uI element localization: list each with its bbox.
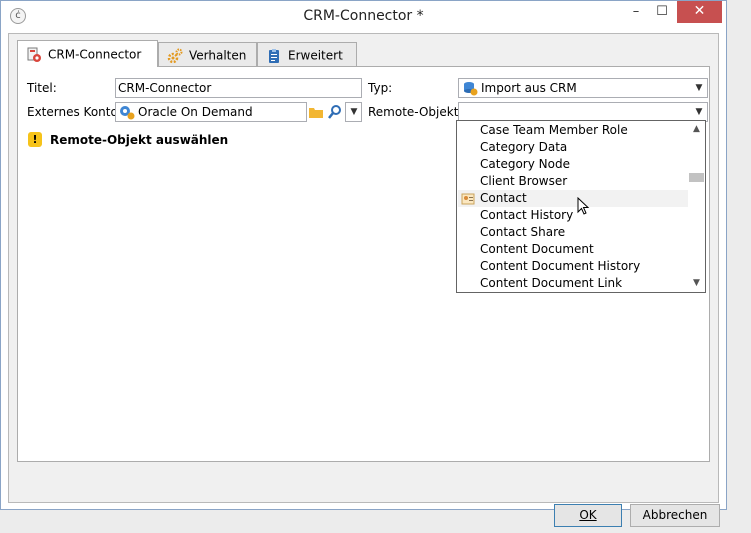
clipboard-icon xyxy=(266,48,282,64)
ok-button-label: OK xyxy=(579,508,597,522)
type-label: Typ: xyxy=(368,81,393,95)
cancel-button[interactable]: Abbrechen xyxy=(630,504,720,527)
list-item[interactable]: Content Document Link xyxy=(458,275,688,292)
external-account-value: Oracle On Demand xyxy=(138,105,253,119)
title-input[interactable]: CRM-Connector xyxy=(115,78,362,98)
warning-icon: ! xyxy=(28,132,42,147)
list-item[interactable]: Content Document History xyxy=(458,258,688,275)
tab-verhalten[interactable]: Verhalten xyxy=(158,42,257,66)
list-item[interactable]: Content Document xyxy=(458,241,688,258)
list-item-label: Category Data xyxy=(480,140,568,154)
mouse-cursor-icon xyxy=(577,196,591,220)
minimize-button[interactable]: – xyxy=(623,1,649,23)
type-select-value: Import aus CRM xyxy=(481,81,577,95)
remote-object-select[interactable]: ▼ xyxy=(458,102,708,122)
list-item-label: Content Document xyxy=(480,242,594,256)
title-bar[interactable]: ċ CRM-Connector * – ☐ ✕ xyxy=(1,1,726,33)
chevron-down-icon: ▼ xyxy=(350,107,358,117)
external-account-input[interactable]: Oracle On Demand xyxy=(115,102,307,122)
list-item-label: Contact xyxy=(480,191,527,205)
list-item-contact[interactable]: Contact xyxy=(458,190,688,207)
list-item-label: Content Document History xyxy=(480,259,641,273)
ok-button[interactable]: OK xyxy=(554,504,622,527)
list-item-label: Case Team Member Role xyxy=(480,123,628,137)
list-item[interactable]: Client Browser xyxy=(458,173,688,190)
list-item-label: Category Node xyxy=(480,157,570,171)
tab-label: CRM-Connector xyxy=(48,47,142,62)
external-account-dropdown-button[interactable]: ▼ xyxy=(345,102,362,122)
account-gear-icon xyxy=(119,104,135,121)
list-item-label: Contact Share xyxy=(480,225,566,239)
database-import-icon xyxy=(462,80,478,97)
cancel-button-label: Abbrechen xyxy=(642,508,708,522)
list-item[interactable]: Contact Share xyxy=(458,224,688,241)
external-account-label: Externes Konto: xyxy=(27,105,122,119)
remote-object-label: Remote-Objekt: xyxy=(368,105,463,119)
chevron-down-icon[interactable]: ▼ xyxy=(692,80,706,96)
maximize-button[interactable]: ☐ xyxy=(649,1,675,23)
scrollbar-thumb[interactable] xyxy=(689,173,704,182)
list-item[interactable]: Category Data xyxy=(458,139,688,156)
type-select[interactable]: Import aus CRM ▼ xyxy=(458,78,708,98)
scroll-up-icon[interactable]: ▲ xyxy=(688,121,705,138)
tab-erweitert[interactable]: Erweitert xyxy=(257,42,357,66)
gears-icon xyxy=(167,48,183,64)
search-icon[interactable] xyxy=(327,104,343,120)
tab-label: Verhalten xyxy=(189,48,247,63)
close-button[interactable]: ✕ xyxy=(677,1,722,23)
chevron-down-icon[interactable]: ▼ xyxy=(692,104,706,120)
scroll-down-icon[interactable]: ▼ xyxy=(688,275,705,292)
list-item-label: Content Document Link xyxy=(480,276,623,290)
title-label: Titel: xyxy=(27,81,57,95)
crm-connector-icon xyxy=(26,47,42,63)
list-item[interactable]: Case Team Member Role xyxy=(458,122,688,139)
list-item[interactable]: Category Node xyxy=(458,156,688,173)
tab-label: Erweitert xyxy=(288,48,343,63)
folder-icon[interactable] xyxy=(308,104,324,120)
dropdown-scrollbar[interactable]: ▲ ▼ xyxy=(688,121,705,292)
list-item-label: Contact History xyxy=(480,208,574,222)
warning-message: Remote-Objekt auswählen xyxy=(50,133,229,147)
list-item[interactable]: Contact History xyxy=(458,207,688,224)
list-item-label: Client Browser xyxy=(480,174,568,188)
window-title: CRM-Connector * xyxy=(303,8,424,24)
tab-crm-connector[interactable]: CRM-Connector xyxy=(17,40,158,67)
